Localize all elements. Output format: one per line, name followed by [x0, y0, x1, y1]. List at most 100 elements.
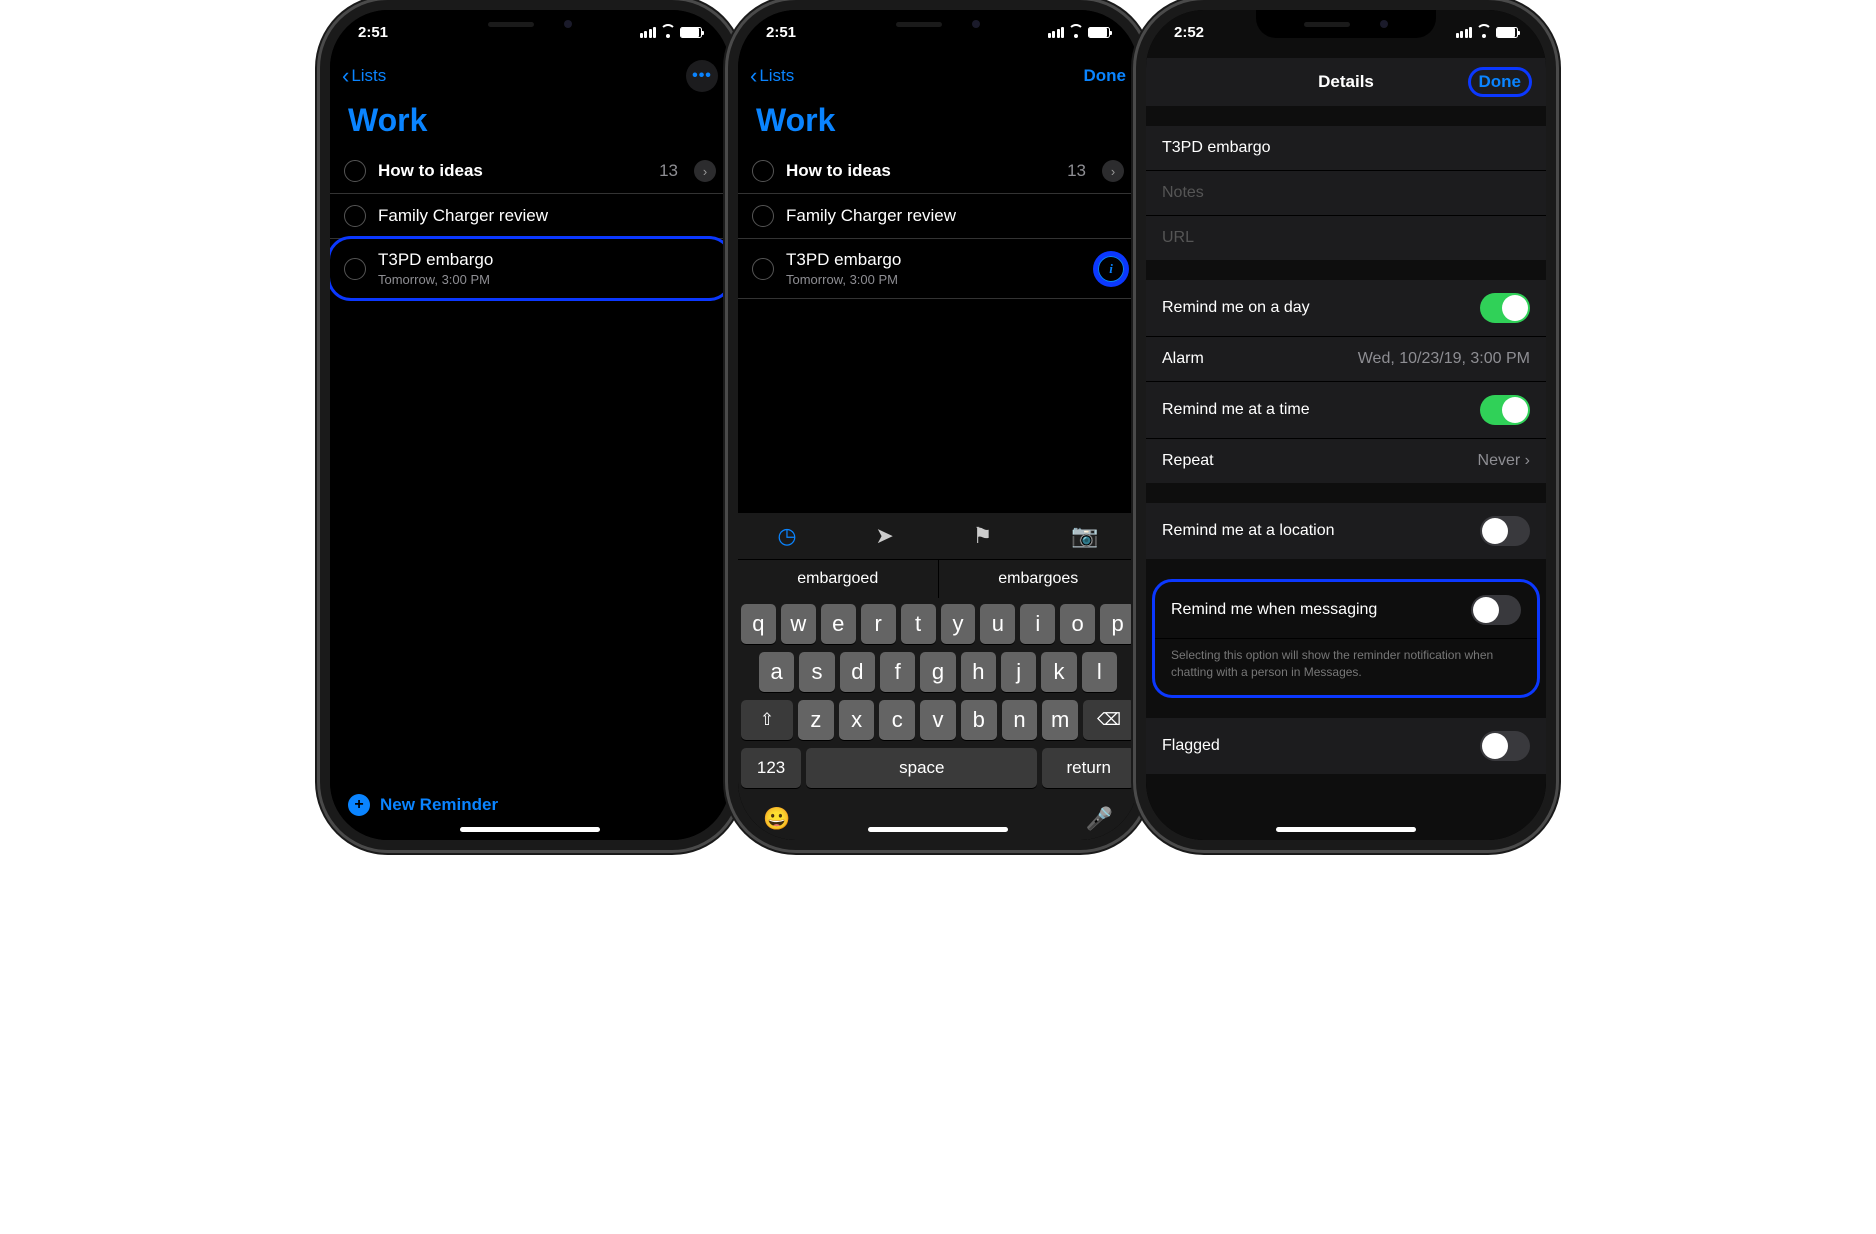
key-f[interactable]: f [880, 652, 915, 692]
back-label: Lists [759, 66, 794, 86]
key-e[interactable]: e [821, 604, 856, 644]
more-button[interactable]: ••• [686, 60, 718, 92]
clock-icon[interactable]: ◷ [777, 523, 796, 549]
key-n[interactable]: n [1002, 700, 1038, 740]
alarm-row[interactable]: Alarm Wed, 10/23/19, 3:00 PM [1146, 337, 1546, 382]
remind-messaging-toggle[interactable] [1471, 595, 1521, 625]
new-reminder-label: New Reminder [380, 795, 498, 815]
reminder-row-highlighted[interactable]: T3PD embargo Tomorrow, 3:00 PM [330, 236, 730, 301]
modal-title: Details [1318, 72, 1374, 92]
flagged-toggle[interactable] [1480, 731, 1530, 761]
suggestion[interactable]: embargoed [738, 560, 939, 598]
key-w[interactable]: w [781, 604, 816, 644]
home-indicator[interactable] [460, 827, 600, 832]
reminder-name: T3PD embargo [786, 250, 1086, 270]
status-time: 2:52 [1174, 24, 1204, 41]
key-q[interactable]: q [741, 604, 776, 644]
keyboard: qwertyuiop asdfghjkl ⇧ zxcvbnm ⌫ 123 spa… [738, 598, 1138, 840]
reminder-name: Family Charger review [786, 206, 1124, 226]
key-k[interactable]: k [1041, 652, 1076, 692]
reminder-row[interactable]: T3PD embargo Tomorrow, 3:00 PM i [738, 239, 1138, 299]
key-h[interactable]: h [961, 652, 996, 692]
flag-icon[interactable]: ⚑ [973, 523, 993, 549]
mic-button[interactable]: 🎤 [1086, 806, 1113, 832]
key-s[interactable]: s [799, 652, 834, 692]
key-t[interactable]: t [901, 604, 936, 644]
remind-time-toggle[interactable] [1480, 395, 1530, 425]
remind-messaging-row: Remind me when messaging [1155, 582, 1537, 639]
key-d[interactable]: d [840, 652, 875, 692]
done-button[interactable]: Done [1468, 67, 1533, 97]
status-time: 2:51 [358, 24, 388, 41]
done-button[interactable]: Done [1084, 66, 1127, 86]
page-title: Work [738, 98, 1138, 149]
flagged-row: Flagged [1146, 718, 1546, 774]
key-r[interactable]: r [861, 604, 896, 644]
suggestion[interactable]: embargoes [939, 560, 1139, 598]
title-field[interactable]: T3PD embargo [1146, 126, 1546, 171]
key-v[interactable]: v [920, 700, 956, 740]
numbers-key[interactable]: 123 [741, 748, 801, 788]
location-icon[interactable]: ➤ [875, 523, 893, 549]
remind-day-toggle[interactable] [1480, 293, 1530, 323]
remind-location-toggle[interactable] [1480, 516, 1530, 546]
checkbox[interactable] [344, 258, 366, 280]
back-button[interactable]: ‹ Lists [342, 65, 386, 87]
checkbox[interactable] [344, 160, 366, 182]
checkbox[interactable] [752, 205, 774, 227]
reminder-name: T3PD embargo [378, 250, 716, 270]
reminder-row[interactable]: Family Charger review [330, 194, 730, 239]
reminder-subtitle: Tomorrow, 3:00 PM [786, 272, 1086, 287]
key-p[interactable]: p [1100, 604, 1135, 644]
checkbox[interactable] [752, 160, 774, 182]
keyboard-suggestions: embargoed embargoes [738, 559, 1138, 598]
wifi-icon [1068, 26, 1084, 38]
key-m[interactable]: m [1042, 700, 1078, 740]
chevron-right-icon: › [1102, 160, 1124, 182]
wifi-icon [660, 26, 676, 38]
sublist-count: 13 [1067, 161, 1086, 181]
reminder-name: How to ideas [786, 161, 1055, 181]
back-label: Lists [351, 66, 386, 86]
chevron-right-icon: › [1525, 452, 1530, 469]
wifi-icon [1476, 26, 1492, 38]
key-l[interactable]: l [1082, 652, 1117, 692]
remind-day-row: Remind me on a day [1146, 280, 1546, 337]
checkbox[interactable] [752, 258, 774, 280]
reminder-row[interactable]: How to ideas 13 › [738, 149, 1138, 194]
home-indicator[interactable] [868, 827, 1008, 832]
messaging-footnote: Selecting this option will show the remi… [1155, 639, 1537, 695]
return-key[interactable]: return [1042, 748, 1135, 788]
key-a[interactable]: a [759, 652, 794, 692]
page-title: Work [330, 98, 730, 149]
key-u[interactable]: u [980, 604, 1015, 644]
key-j[interactable]: j [1001, 652, 1036, 692]
back-button[interactable]: ‹ Lists [750, 65, 794, 87]
key-i[interactable]: i [1020, 604, 1055, 644]
key-y[interactable]: y [941, 604, 976, 644]
key-b[interactable]: b [961, 700, 997, 740]
info-button[interactable]: i [1098, 256, 1124, 282]
repeat-row[interactable]: Repeat Never › [1146, 439, 1546, 483]
checkbox[interactable] [344, 205, 366, 227]
shift-key[interactable]: ⇧ [741, 700, 793, 740]
url-field[interactable]: URL [1146, 216, 1546, 260]
key-z[interactable]: z [798, 700, 834, 740]
key-x[interactable]: x [839, 700, 875, 740]
delete-key[interactable]: ⌫ [1083, 700, 1135, 740]
key-c[interactable]: c [879, 700, 915, 740]
chevron-left-icon: ‹ [750, 65, 757, 87]
signal-icon [1456, 27, 1473, 38]
space-key[interactable]: space [806, 748, 1037, 788]
reminder-row[interactable]: How to ideas 13 › [330, 149, 730, 194]
reminder-row[interactable]: Family Charger review [738, 194, 1138, 239]
emoji-button[interactable]: 😀 [763, 806, 790, 832]
chevron-left-icon: ‹ [342, 65, 349, 87]
key-o[interactable]: o [1060, 604, 1095, 644]
key-g[interactable]: g [920, 652, 955, 692]
home-indicator[interactable] [1276, 827, 1416, 832]
notes-field[interactable]: Notes [1146, 171, 1546, 216]
reminder-name: How to ideas [378, 161, 647, 181]
camera-icon[interactable]: 📷 [1071, 523, 1098, 549]
chevron-right-icon: › [694, 160, 716, 182]
